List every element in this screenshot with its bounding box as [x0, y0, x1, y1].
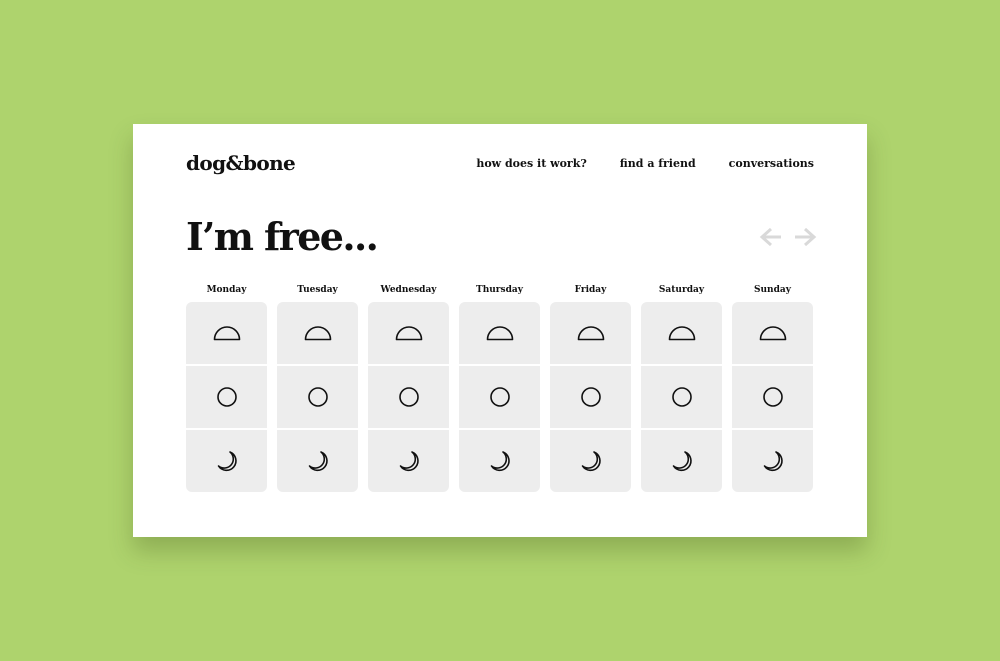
- slot-morning[interactable]: [732, 302, 813, 364]
- half-sun-icon: [759, 325, 787, 341]
- slot-afternoon[interactable]: [641, 366, 722, 428]
- day-slots: [368, 302, 449, 492]
- day-column-sunday: Sunday: [732, 284, 813, 492]
- slot-morning[interactable]: [459, 302, 540, 364]
- day-slots: [641, 302, 722, 492]
- slot-afternoon[interactable]: [186, 366, 267, 428]
- day-column-wednesday: Wednesday: [368, 284, 449, 492]
- slot-afternoon[interactable]: [368, 366, 449, 428]
- circle-sun-icon: [216, 386, 238, 408]
- week-pager: [759, 226, 817, 248]
- crescent-moon-icon: [216, 450, 238, 472]
- week-grid: Monday Tuesday Wednesday Thursday Friday Satu…: [186, 284, 813, 492]
- nav-find-a-friend[interactable]: find a friend: [620, 156, 696, 172]
- crescent-moon-icon: [398, 450, 420, 472]
- slot-afternoon[interactable]: [459, 366, 540, 428]
- half-sun-icon: [213, 325, 241, 341]
- slot-afternoon[interactable]: [550, 366, 631, 428]
- day-label: Sunday: [754, 285, 791, 295]
- circle-sun-icon: [671, 386, 693, 408]
- circle-sun-icon: [307, 386, 329, 408]
- slot-morning[interactable]: [550, 302, 631, 364]
- day-label: Monday: [206, 285, 247, 295]
- slot-morning[interactable]: [368, 302, 449, 364]
- day-label: Wednesday: [380, 285, 437, 295]
- crescent-moon-icon: [762, 450, 784, 472]
- half-sun-icon: [304, 325, 332, 341]
- top-nav: how does it work? find a friend conversa…: [443, 156, 814, 172]
- main-card: dog&bone how does it work? find a friend…: [133, 124, 867, 537]
- slot-morning[interactable]: [186, 302, 267, 364]
- day-column-saturday: Saturday: [641, 284, 722, 492]
- slot-morning[interactable]: [641, 302, 722, 364]
- day-label: Thursday: [476, 285, 523, 295]
- crescent-moon-icon: [671, 450, 693, 472]
- slot-evening[interactable]: [277, 430, 358, 492]
- half-sun-icon: [668, 325, 696, 341]
- day-slots: [732, 302, 813, 492]
- slot-evening[interactable]: [368, 430, 449, 492]
- arrow-left-icon[interactable]: [759, 226, 783, 248]
- day-column-monday: Monday: [186, 284, 267, 492]
- slot-afternoon[interactable]: [732, 366, 813, 428]
- arrow-right-icon[interactable]: [793, 226, 817, 248]
- logo[interactable]: dog&bone: [186, 150, 296, 176]
- day-column-thursday: Thursday: [459, 284, 540, 492]
- nav-conversations[interactable]: conversations: [729, 156, 814, 172]
- slot-morning[interactable]: [277, 302, 358, 364]
- day-column-tuesday: Tuesday: [277, 284, 358, 492]
- circle-sun-icon: [580, 386, 602, 408]
- slot-evening[interactable]: [459, 430, 540, 492]
- slot-evening[interactable]: [186, 430, 267, 492]
- slot-afternoon[interactable]: [277, 366, 358, 428]
- day-label: Friday: [574, 285, 607, 295]
- circle-sun-icon: [398, 386, 420, 408]
- half-sun-icon: [486, 325, 514, 341]
- circle-sun-icon: [489, 386, 511, 408]
- half-sun-icon: [395, 325, 423, 341]
- slot-evening[interactable]: [641, 430, 722, 492]
- page-title: I’m free...: [186, 214, 379, 259]
- day-label: Saturday: [658, 285, 705, 295]
- half-sun-icon: [577, 325, 605, 341]
- crescent-moon-icon: [580, 450, 602, 472]
- crescent-moon-icon: [489, 450, 511, 472]
- day-slots: [459, 302, 540, 492]
- slot-evening[interactable]: [550, 430, 631, 492]
- day-slots: [277, 302, 358, 492]
- slot-evening[interactable]: [732, 430, 813, 492]
- day-label: Tuesday: [297, 285, 338, 295]
- crescent-moon-icon: [307, 450, 329, 472]
- circle-sun-icon: [762, 386, 784, 408]
- day-column-friday: Friday: [550, 284, 631, 492]
- day-slots: [186, 302, 267, 492]
- nav-how-it-works[interactable]: how does it work?: [476, 156, 586, 172]
- day-slots: [550, 302, 631, 492]
